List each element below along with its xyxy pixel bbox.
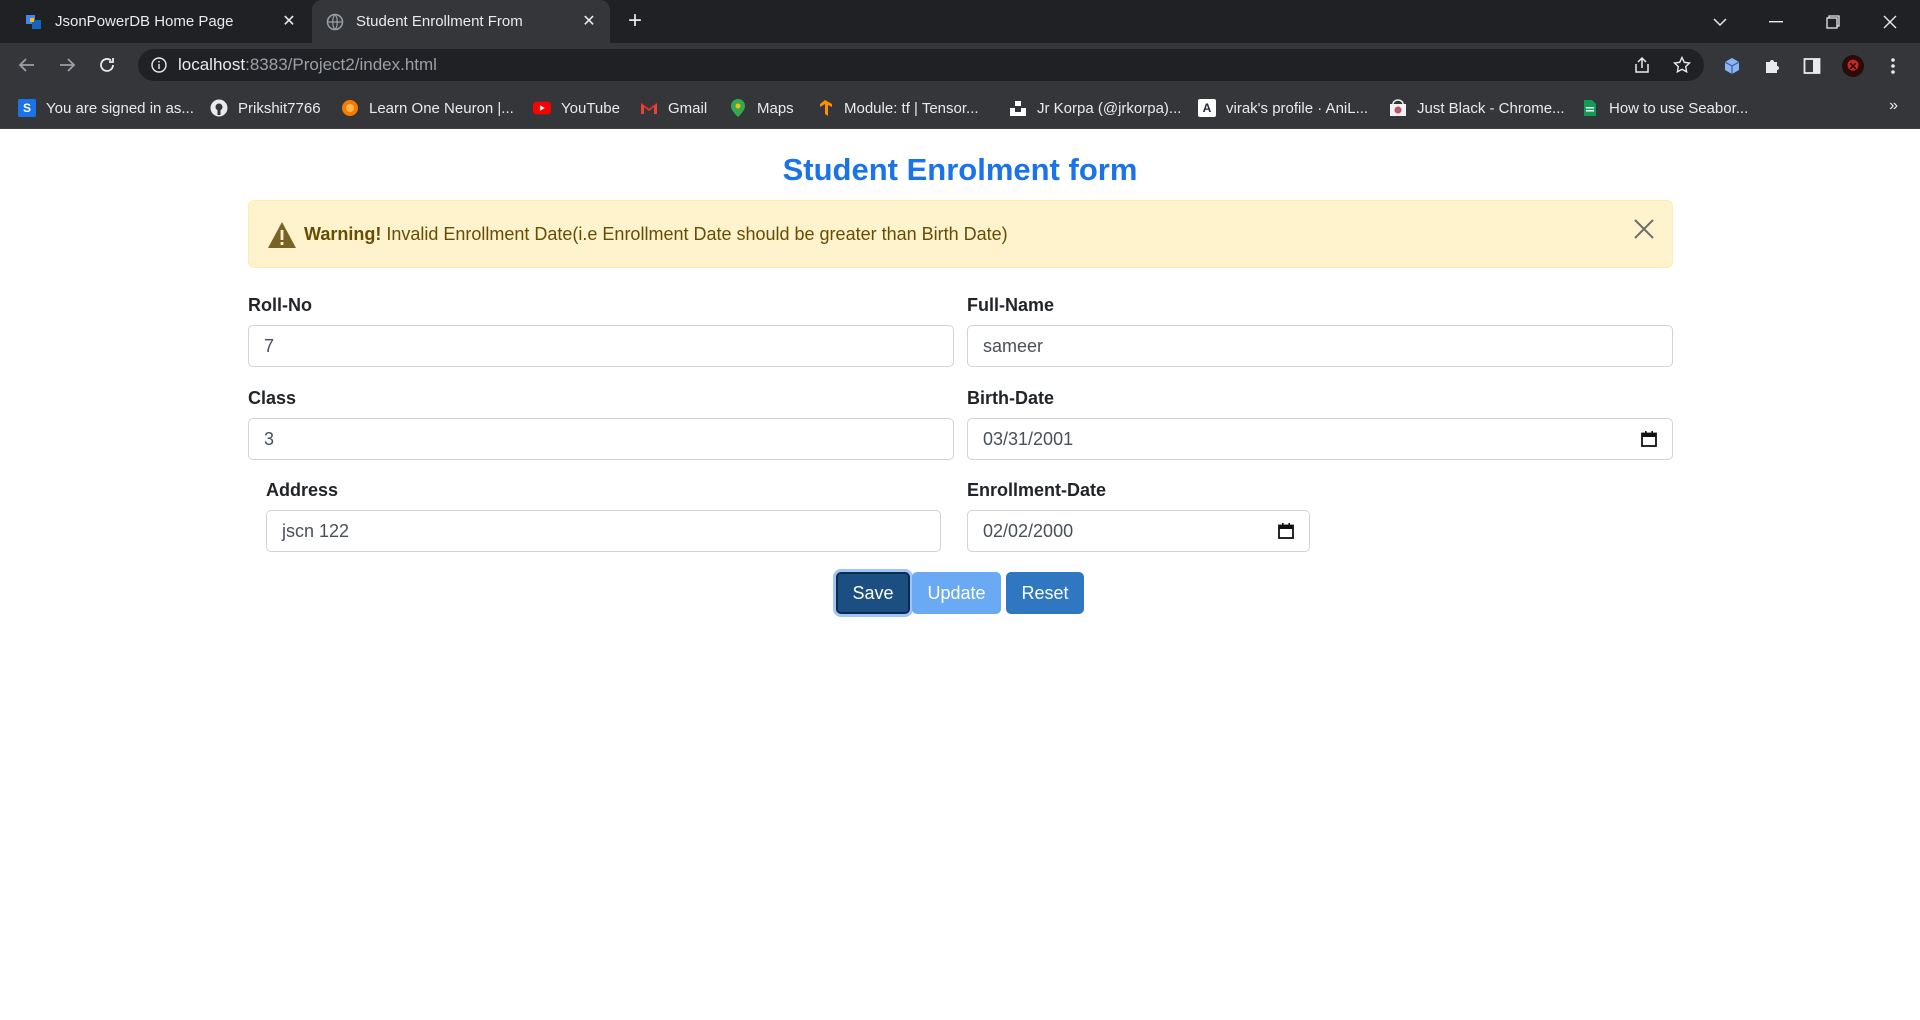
restore-icon[interactable] (1805, 0, 1861, 43)
url-text: localhost:8383/Project2/index.html (178, 55, 437, 75)
roll-no-label: Roll-No (248, 295, 312, 315)
extensions-puzzle-icon[interactable] (1761, 55, 1783, 77)
unsplash-icon (1009, 99, 1027, 117)
page-title: Student Enrolment form (782, 152, 1138, 187)
roll-no-input[interactable]: 7 (248, 325, 954, 367)
calendar-icon[interactable] (1640, 430, 1658, 448)
tab-close-icon[interactable]: ✕ (280, 13, 298, 31)
bookmark-label: virak's profile · AniL... (1226, 99, 1369, 117)
chrome-menu-icon[interactable] (1882, 55, 1904, 77)
bookmark-anilist[interactable]: A virak's profile · AniL... (1198, 96, 1368, 120)
address-value: jscn 122 (282, 521, 350, 541)
bookmark-label: Maps (757, 99, 794, 117)
s-icon: S (18, 99, 36, 117)
reload-icon[interactable] (93, 51, 121, 79)
birth-date-input[interactable]: 03/31/2001 (967, 418, 1673, 460)
profile-avatar[interactable] (1842, 55, 1864, 77)
bookmark-unsplash[interactable]: Jr Korpa (@jrkorpa)... (1009, 96, 1181, 120)
bookmark-doc-icon (1581, 99, 1599, 117)
bookmark-label: YouTube (561, 99, 620, 117)
neuron-icon (341, 99, 359, 117)
bookmark-label: You are signed in as... (46, 99, 194, 117)
class-input[interactable]: 3 (248, 418, 954, 460)
forward-arrow-icon[interactable] (53, 51, 81, 79)
close-window-icon[interactable] (1862, 0, 1918, 43)
birth-date-label: Birth-Date (967, 388, 1055, 408)
bookmarks-overflow-chevron[interactable]: » (1889, 97, 1898, 115)
side-panel-icon[interactable] (1801, 55, 1823, 77)
tab-title: JsonPowerDB Home Page (55, 13, 234, 30)
back-arrow-icon[interactable] (13, 51, 41, 79)
tensorflow-icon (816, 99, 834, 117)
calendar-icon[interactable] (1277, 522, 1295, 540)
youtube-icon (533, 99, 551, 117)
class-value: 3 (264, 429, 275, 449)
bookmark-github[interactable]: Prikshit7766 (210, 96, 321, 120)
browser-toolbar: localhost:8383/Project2/index.html (0, 43, 1920, 87)
globe-icon (326, 13, 344, 31)
site-info-icon[interactable] (151, 57, 167, 73)
chrome-store-icon (1389, 99, 1407, 117)
bookmark-seaborn[interactable]: How to use Seabor... (1581, 96, 1748, 120)
bookmark-tensorflow[interactable]: Module: tf | Tensor... (816, 96, 979, 120)
bookmark-chrome-store[interactable]: Just Black - Chrome... (1389, 96, 1565, 120)
alert-strong: Warning! (304, 224, 382, 244)
bookmark-neuron[interactable]: Learn One Neuron |... (341, 96, 514, 120)
class-label: Class (248, 388, 297, 408)
minimize-icon[interactable] (1748, 0, 1804, 43)
full-name-value: sameer (983, 336, 1044, 356)
alert-message: Warning! Invalid Enrollment Date(i.e Enr… (304, 224, 1008, 245)
url-path: :8383/Project2/index.html (245, 55, 437, 74)
bookmark-label: Gmail (668, 99, 708, 117)
bookmark-signed-in[interactable]: S You are signed in as... (18, 96, 194, 120)
maps-icon (729, 99, 747, 117)
full-name-label: Full-Name (967, 295, 1055, 315)
warning-alert: Warning! Invalid Enrollment Date(i.e Enr… (248, 200, 1673, 268)
bookmark-star-icon[interactable] (1672, 55, 1692, 75)
bookmark-youtube[interactable]: YouTube (533, 96, 620, 120)
address-input[interactable]: jscn 122 (266, 510, 941, 552)
tab-close-icon[interactable]: ✕ (580, 13, 598, 31)
extension-cube-icon[interactable] (1721, 55, 1743, 77)
bookmark-label: Module: tf | Tensor... (844, 99, 979, 117)
full-name-input[interactable]: sameer (967, 325, 1673, 367)
alert-body: Invalid Enrollment Date(i.e Enrollment D… (381, 224, 1008, 244)
tab-strip: JsonPowerDB Home Page ✕ Student Enrollme… (0, 0, 1920, 43)
bookmark-label: Prikshit7766 (238, 99, 321, 117)
page-content: Student Enrolment form Warning! Invalid … (0, 129, 1920, 1020)
tab-student-enrollment[interactable]: Student Enrollment From ✕ (312, 0, 610, 43)
bookmark-maps[interactable]: Maps (729, 96, 794, 120)
bookmark-label: Jr Korpa (@jrkorpa)... (1037, 99, 1182, 117)
bookmark-gmail[interactable]: Gmail (640, 96, 707, 120)
tab-jsonpowerdb[interactable]: JsonPowerDB Home Page ✕ (10, 0, 310, 43)
share-icon[interactable] (1632, 55, 1652, 75)
bookmark-label: Just Black - Chrome... (1417, 99, 1565, 117)
tab-search-chevron-icon[interactable] (1692, 0, 1748, 43)
tab-title: Student Enrollment From (356, 13, 523, 30)
address-bar[interactable]: localhost:8383/Project2/index.html (138, 49, 1704, 81)
roll-no-value: 7 (264, 336, 275, 356)
address-label: Address (266, 480, 339, 500)
save-button[interactable]: Save (836, 572, 910, 614)
url-host: localhost (178, 55, 246, 74)
jsonpowerdb-favicon-icon (25, 13, 43, 31)
bookmark-label: How to use Seabor... (1609, 99, 1749, 117)
enrollment-date-input[interactable]: 02/02/2000 (967, 510, 1310, 552)
gmail-icon (640, 99, 658, 117)
birth-date-value: 03/31/2001 (983, 429, 1074, 449)
close-icon[interactable] (1630, 215, 1658, 243)
bookmark-label: Learn One Neuron |... (369, 99, 514, 117)
update-button[interactable]: Update (912, 572, 1001, 614)
anilist-icon: A (1198, 99, 1216, 117)
enrollment-date-value: 02/02/2000 (983, 521, 1074, 541)
github-icon (210, 99, 228, 117)
enrollment-date-label: Enrollment-Date (967, 480, 1107, 500)
warning-triangle-icon (267, 221, 297, 249)
reset-button[interactable]: Reset (1006, 572, 1084, 614)
new-tab-plus-icon[interactable]: + (622, 9, 648, 35)
bookmarks-bar: S You are signed in as... Prikshit7766 L… (0, 87, 1920, 129)
